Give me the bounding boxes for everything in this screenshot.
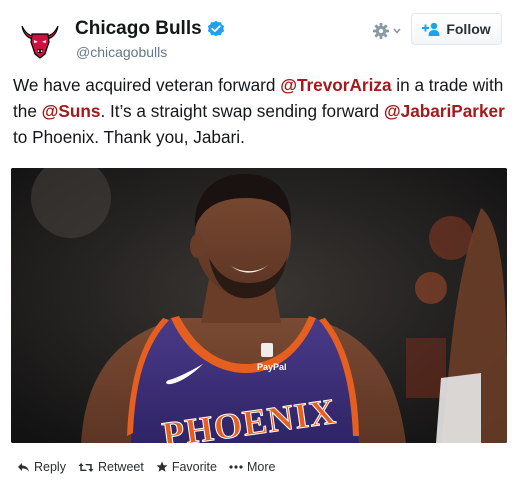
gear-icon [372, 23, 389, 39]
avatar[interactable] [18, 18, 62, 62]
tweet-text: We have acquired veteran forward @Trevor… [13, 72, 513, 150]
follow-button-label: Follow [446, 21, 491, 37]
mention-suns-link[interactable]: @Suns [42, 101, 101, 121]
reply-button[interactable]: Reply [17, 460, 66, 474]
mention-trevorariza-link[interactable]: @TrevorAriza [280, 75, 391, 95]
account-handle[interactable]: @chicagobulls [76, 44, 167, 60]
reply-label: Reply [34, 460, 66, 474]
sponsor-text: PayPal [257, 362, 287, 372]
chevron-down-icon [392, 28, 401, 34]
more-button[interactable]: More [229, 460, 275, 474]
follow-button[interactable]: Follow [411, 13, 502, 45]
add-user-icon [422, 22, 440, 36]
tweet-text-part: We have acquired veteran forward [13, 75, 281, 95]
tweet-card: Chicago Bulls @chicagobulls Follow We ha… [0, 0, 517, 485]
player-photo-illustration: PayPal PHOENIX [11, 168, 507, 443]
star-icon [156, 461, 168, 472]
reply-icon [18, 462, 29, 472]
favorite-label: Favorite [171, 460, 217, 474]
verified-badge-icon [207, 20, 225, 38]
retweet-label: Retweet [97, 460, 144, 474]
tweet-actions: Reply Retweet Favorite More [17, 460, 287, 474]
mention-jabariparker-link[interactable]: @JabariParker [384, 101, 505, 121]
tweet-text-part: . It’s a straight swap sending forward [100, 101, 384, 121]
name-row: Chicago Bulls [75, 18, 225, 40]
tweet-photo[interactable]: PayPal PHOENIX [11, 168, 507, 443]
more-dots-icon [229, 465, 243, 469]
gear-menu-button[interactable] [368, 17, 404, 45]
more-label: More [246, 460, 276, 474]
retweet-button[interactable]: Retweet [78, 460, 144, 474]
tweet-text-part: to Phoenix. Thank you, Jabari. [13, 127, 245, 147]
account-name[interactable]: Chicago Bulls [75, 18, 202, 40]
bulls-logo-icon [21, 25, 59, 59]
retweet-icon [78, 462, 94, 472]
favorite-button[interactable]: Favorite [156, 460, 217, 474]
tweet-header: Chicago Bulls @chicagobulls Follow [0, 0, 517, 66]
